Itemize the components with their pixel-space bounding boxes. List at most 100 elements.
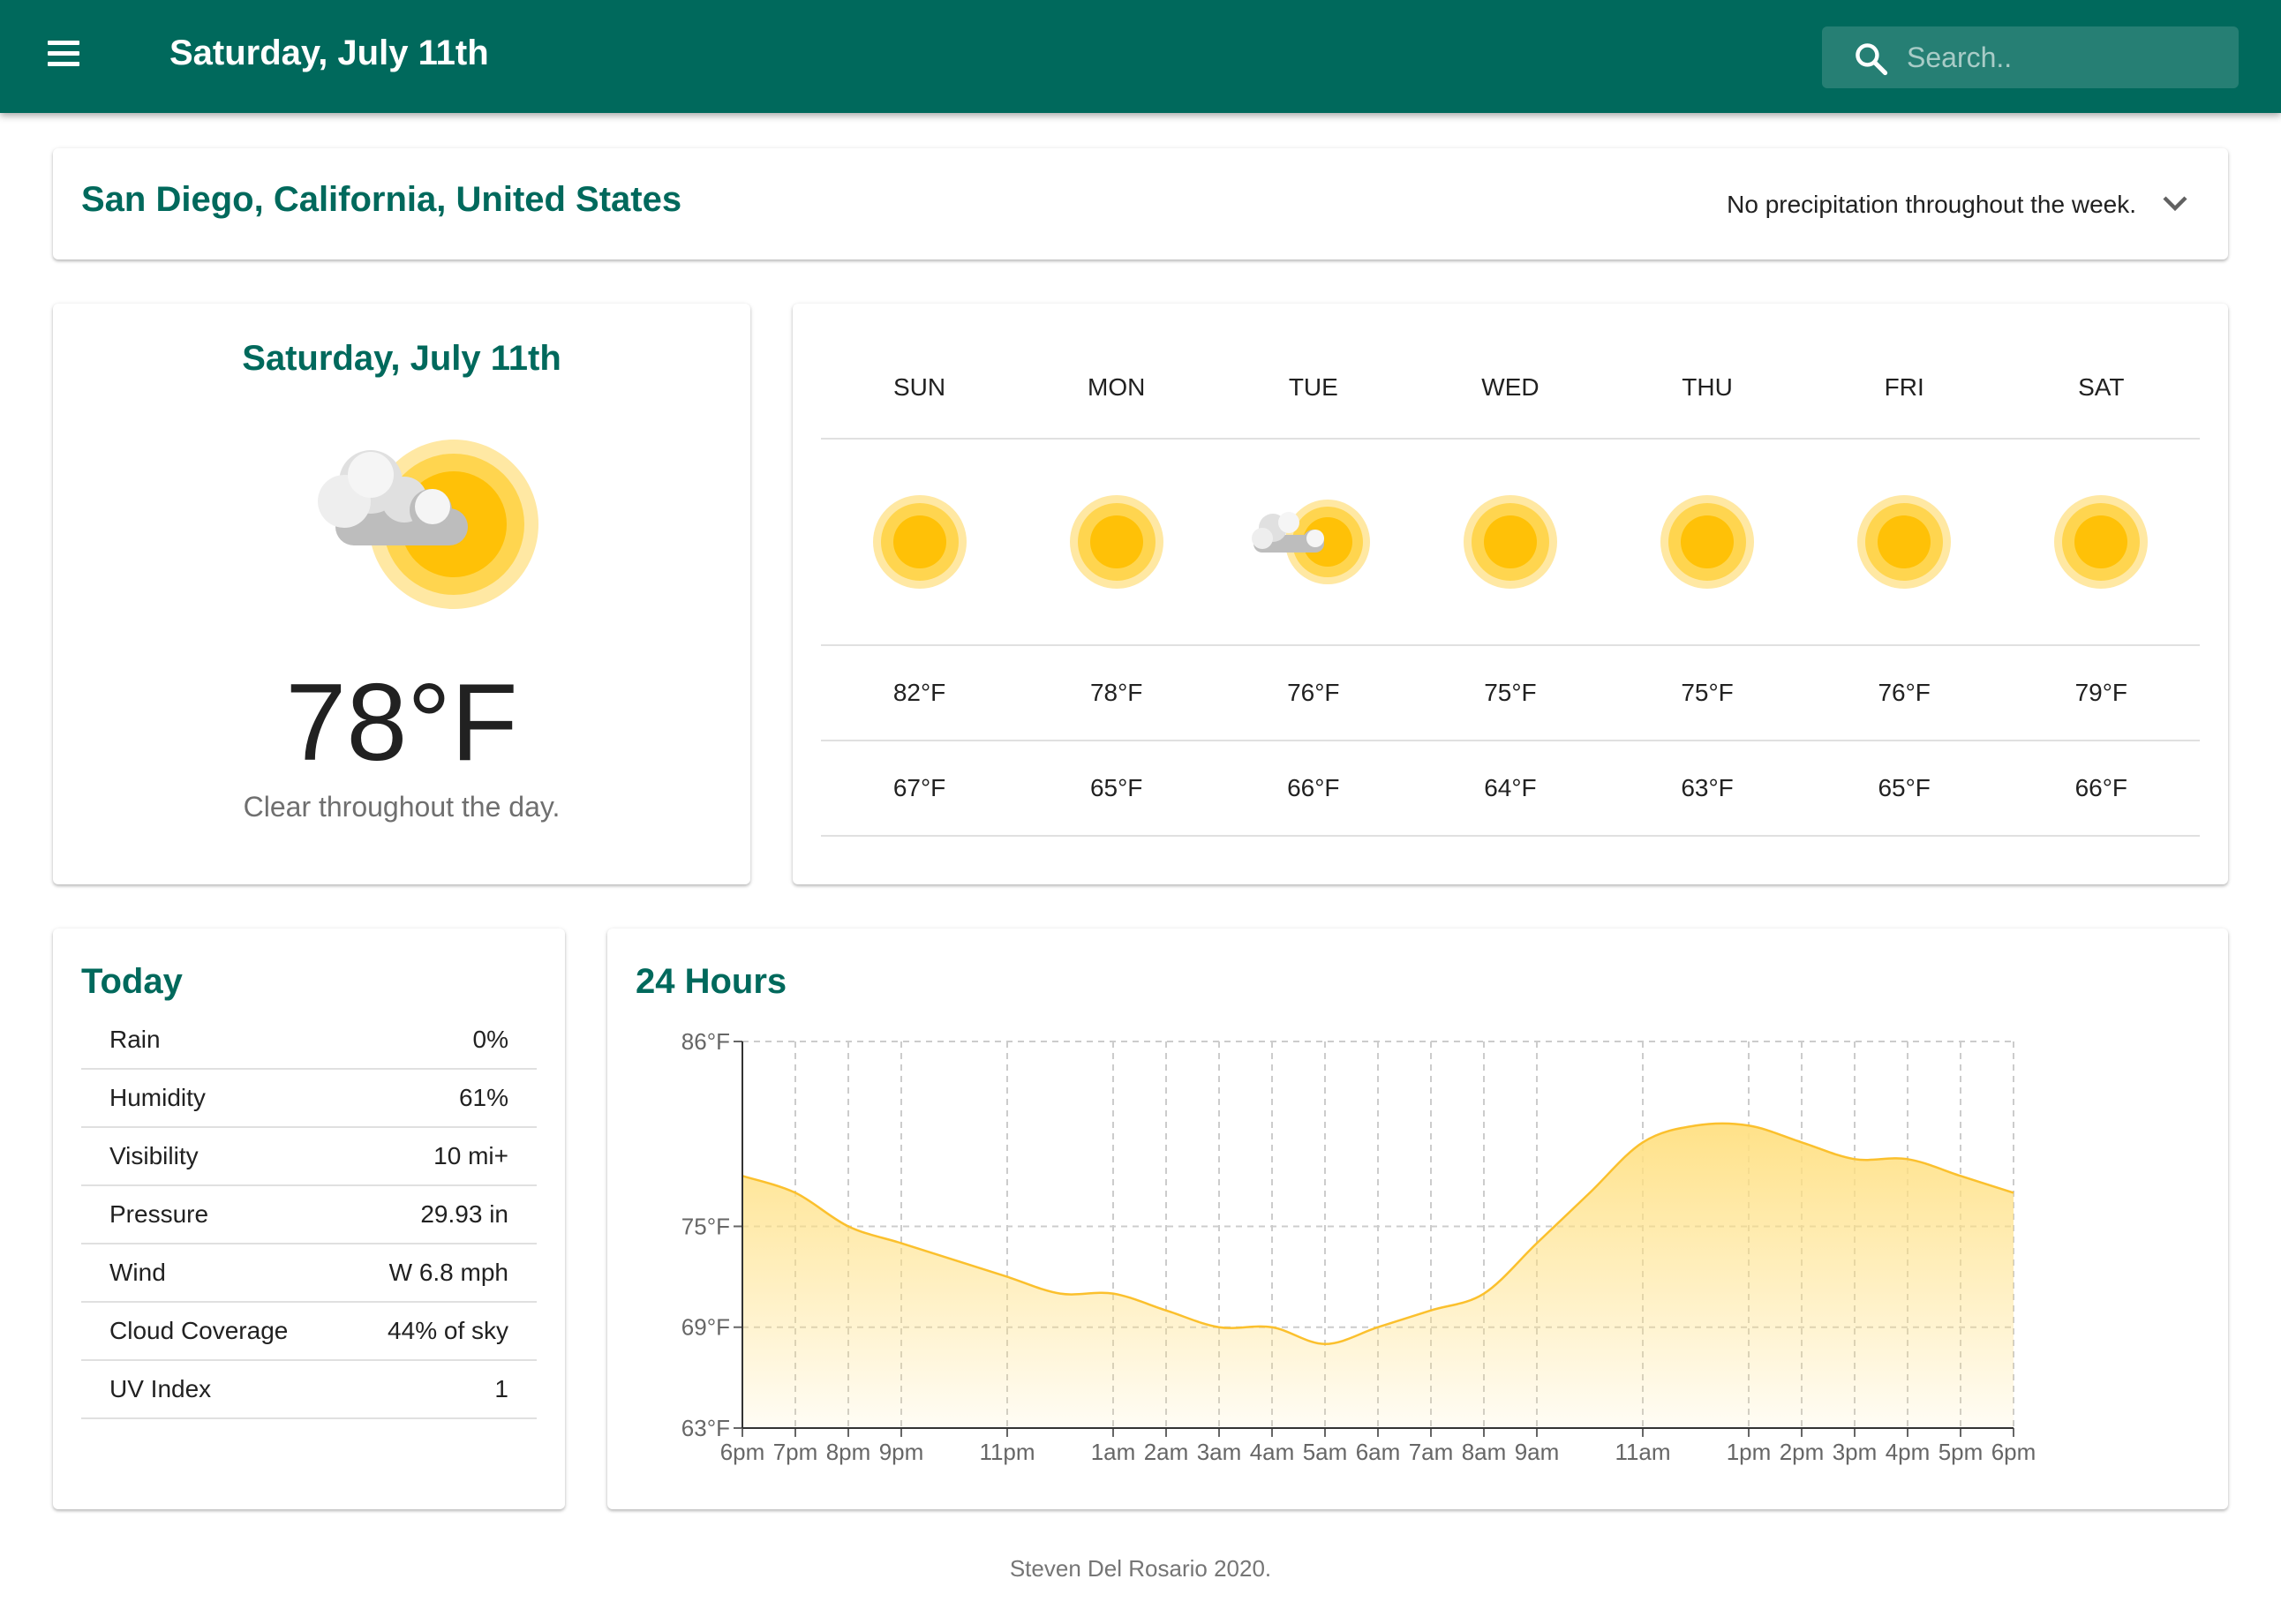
detail-label: Pressure — [109, 1200, 209, 1228]
detail-value: 29.93 in — [420, 1200, 508, 1228]
day-name: SAT — [2078, 373, 2125, 401]
low-temperature: 66°F — [2074, 774, 2128, 801]
y-tick-label: 75°F — [681, 1213, 730, 1239]
table-row: Wind W 6.8 mph — [81, 1244, 537, 1303]
high-temperature: 79°F — [2074, 679, 2128, 706]
low-temperature-row: 67°F 65°F 66°F 64°F 63°F 65°F 66°F — [821, 741, 2200, 837]
low-temperature: 63°F — [1681, 774, 1734, 801]
x-tick-label: 7am — [1409, 1439, 1454, 1465]
detail-label: Humidity — [109, 1084, 206, 1111]
today-details-table: Rain 0% Humidity 61% Visibility 10 mi+ P… — [81, 1011, 537, 1419]
precipitation-summary: No precipitation throughout the week. — [1727, 191, 2136, 218]
x-tick-label: 5pm — [1938, 1439, 1984, 1465]
current-weather-card: Saturday, July 11th 78°F Clear throughou… — [53, 304, 750, 884]
search-box[interactable] — [1822, 26, 2239, 88]
x-tick-label: 6pm — [1991, 1439, 2036, 1465]
x-tick-label: 7pm — [773, 1439, 818, 1465]
x-tick-label: 4am — [1250, 1439, 1295, 1465]
x-tick-label: 6pm — [720, 1439, 765, 1465]
detail-label: UV Index — [109, 1375, 212, 1402]
chevron-down-icon[interactable] — [2154, 182, 2196, 224]
low-temperature: 65°F — [1089, 774, 1143, 801]
low-temperature: 65°F — [1878, 774, 1931, 801]
table-row: Pressure 29.93 in — [81, 1186, 537, 1244]
low-temperature: 64°F — [1484, 774, 1537, 801]
high-temperature: 75°F — [1681, 679, 1734, 706]
hourly-chart-card: 24 Hours 86°F 75°F 69°F 63°F 6pm 7pm 8pm 9pm 11p… — [607, 929, 2228, 1509]
x-tick-label: 1pm — [1727, 1439, 1772, 1465]
y-tick-label: 69°F — [681, 1314, 730, 1341]
x-tick-label: 2am — [1144, 1439, 1189, 1465]
today-details-card: Today Rain 0% Humidity 61% Visibility 10… — [53, 929, 565, 1509]
table-row: Cloud Coverage 44% of sky — [81, 1303, 537, 1361]
detail-value: 1 — [494, 1375, 508, 1402]
day-name-row: SUN MON TUE WED THU FRI SAT — [821, 332, 2200, 440]
current-date: Saturday, July 11th — [242, 339, 561, 378]
search-input[interactable] — [1907, 34, 2225, 81]
x-tick-label: 3pm — [1833, 1439, 1878, 1465]
table-row: Visibility 10 mi+ — [81, 1128, 537, 1186]
high-temperature: 82°F — [892, 679, 946, 706]
x-tick-label: 11pm — [979, 1439, 1035, 1465]
detail-value: W 6.8 mph — [388, 1259, 508, 1286]
x-tick-label: 6am — [1356, 1439, 1401, 1465]
table-row: UV Index 1 — [81, 1361, 537, 1419]
day-icon-row — [821, 440, 2200, 646]
weekly-forecast-card: SUN MON TUE WED THU FRI SAT 82°F 78°F 76… — [793, 304, 2228, 884]
location-name: San Diego, California, United States — [81, 180, 682, 219]
day-name: MON — [1088, 373, 1146, 401]
clear-day-icon — [2054, 495, 2149, 589]
hourly-temperature-chart: 86°F75°F69°F63°F6pm 7pm 8pm 9pm 11pm 1am 2am 3a… — [681, 1028, 2036, 1465]
detail-label: Cloud Coverage — [109, 1317, 289, 1344]
table-row: Humidity 61% — [81, 1070, 537, 1128]
x-tick-label: 11am — [1615, 1439, 1670, 1465]
x-tick-label: 8am — [1462, 1439, 1507, 1465]
app-bar: Saturday, July 11th — [0, 0, 2281, 113]
high-temperature: 75°F — [1484, 679, 1537, 706]
x-tick-label: 9pm — [879, 1439, 924, 1465]
app-bar-title: Saturday, July 11th — [169, 34, 489, 72]
current-temperature: 78°F — [285, 662, 518, 784]
detail-label: Visibility — [109, 1142, 199, 1169]
x-tick-label: 4pm — [1886, 1439, 1931, 1465]
high-temperature: 78°F — [1089, 679, 1143, 706]
x-tick-label: 8pm — [826, 1439, 871, 1465]
footer-credit: Steven Del Rosario 2020. — [1009, 1555, 1272, 1582]
y-tick-label: 63°F — [681, 1415, 730, 1441]
day-name: FRI — [1884, 373, 1924, 401]
detail-value: 10 mi+ — [433, 1142, 508, 1169]
day-name: SUN — [893, 373, 946, 401]
x-tick-label: 1am — [1091, 1439, 1136, 1465]
search-icon — [1856, 43, 1888, 76]
partly-cloudy-day-icon — [1251, 500, 1370, 584]
high-temperature-row: 82°F 78°F 76°F 75°F 75°F 76°F 79°F — [821, 646, 2200, 741]
menu-icon[interactable] — [39, 35, 88, 78]
detail-value: 61% — [458, 1084, 508, 1111]
clear-day-icon — [1857, 495, 1952, 589]
location-panel[interactable]: San Diego, California, United States No … — [53, 148, 2228, 259]
today-title: Today — [81, 962, 183, 1001]
high-temperature: 76°F — [1878, 679, 1931, 706]
day-name: THU — [1682, 373, 1733, 401]
clear-day-icon — [1463, 495, 1557, 589]
x-tick-label: 3am — [1197, 1439, 1242, 1465]
x-tick-label: 5am — [1303, 1439, 1348, 1465]
current-summary: Clear throughout the day. — [243, 791, 561, 823]
low-temperature: 67°F — [892, 774, 946, 801]
low-temperature: 66°F — [1287, 774, 1340, 801]
clear-day-icon — [1660, 495, 1755, 589]
detail-label: Rain — [109, 1026, 161, 1053]
table-row: Rain 0% — [81, 1011, 537, 1070]
partly-cloudy-day-icon — [318, 440, 538, 609]
weekly-forecast-table: SUN MON TUE WED THU FRI SAT 82°F 78°F 76… — [821, 332, 2200, 837]
x-tick-label: 2pm — [1780, 1439, 1825, 1465]
x-tick-label: 9am — [1515, 1439, 1560, 1465]
clear-day-icon — [1069, 495, 1163, 589]
clear-day-icon — [872, 495, 967, 589]
detail-value: 44% of sky — [388, 1317, 508, 1344]
y-tick-label: 86°F — [681, 1028, 730, 1055]
day-name: WED — [1481, 373, 1539, 401]
detail-value: 0% — [472, 1026, 508, 1053]
detail-label: Wind — [109, 1259, 166, 1286]
day-name: TUE — [1288, 373, 1338, 401]
